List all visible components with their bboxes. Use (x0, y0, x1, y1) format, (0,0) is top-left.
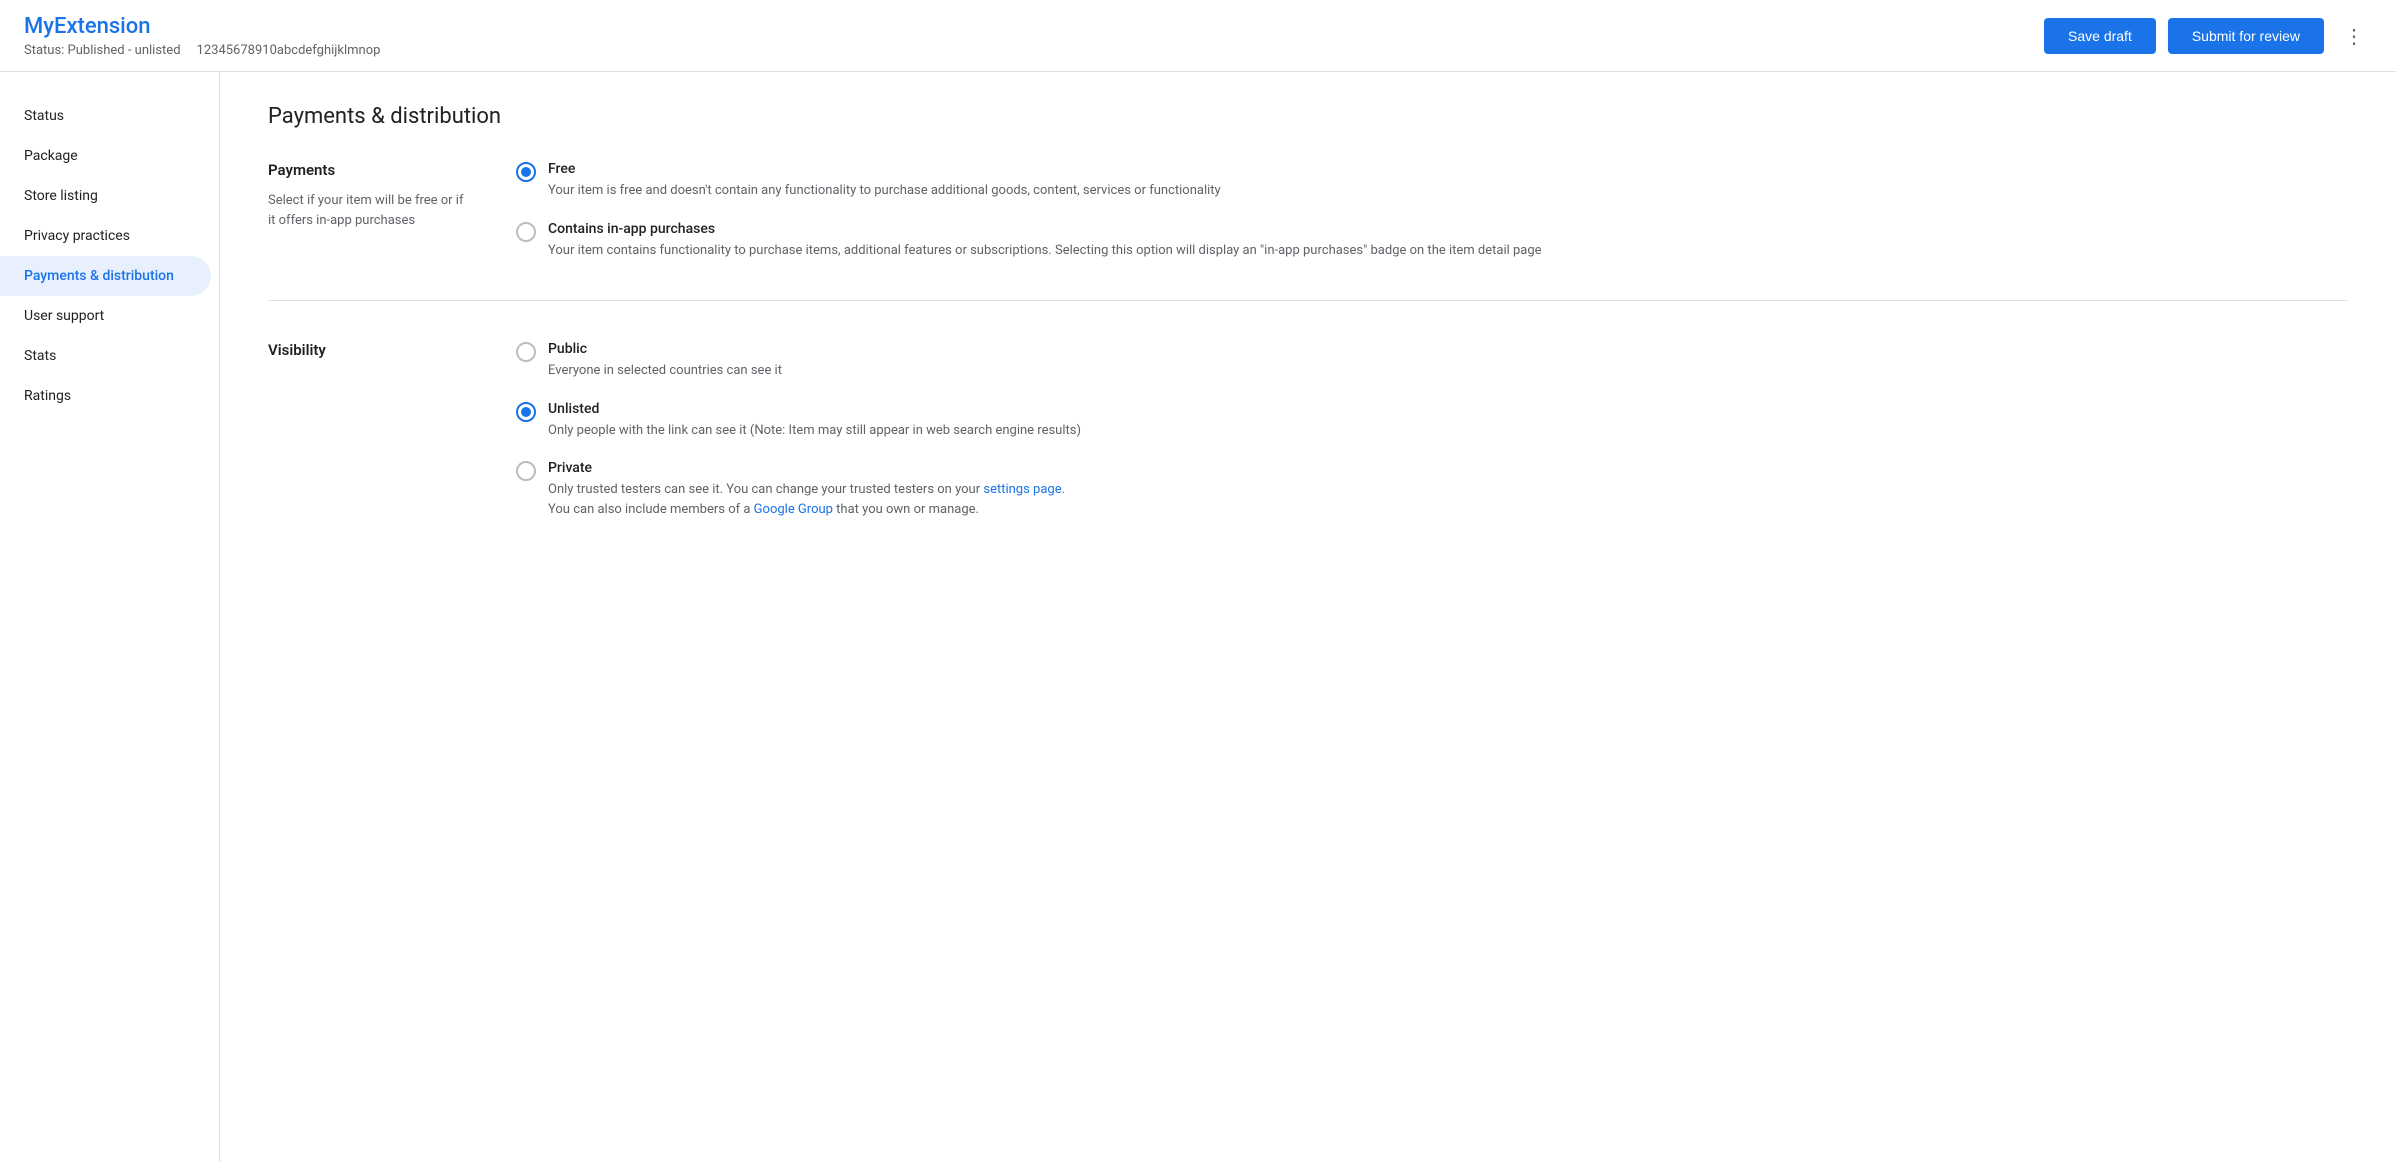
header-actions: Save draft Submit for review ⋮ (2044, 16, 2372, 56)
google-group-link[interactable]: Google Group (754, 502, 833, 517)
page-title: Payments & distribution (268, 104, 2348, 129)
payments-inapp-option: Contains in-app purchases Your item cont… (516, 221, 2348, 261)
payments-free-label: Free (548, 161, 1221, 177)
visibility-public-label: Public (548, 341, 782, 357)
sidebar-item-user-support[interactable]: User support (0, 296, 211, 336)
payments-free-description: Your item is free and doesn't contain an… (548, 181, 1221, 201)
app-status: Status: Published - unlisted (24, 43, 181, 58)
settings-page-link[interactable]: settings page (983, 482, 1061, 497)
payments-inapp-label: Contains in-app purchases (548, 221, 1542, 237)
visibility-unlisted-option: Unlisted Only people with the link can s… (516, 401, 2348, 441)
sidebar-item-stats[interactable]: Stats (0, 336, 211, 376)
payments-free-option: Free Your item is free and doesn't conta… (516, 161, 2348, 201)
payments-free-radio[interactable] (516, 162, 536, 182)
visibility-unlisted-label: Unlisted (548, 401, 1081, 417)
main-content: Payments & distribution Payments Select … (220, 72, 2396, 1162)
payments-label-col: Payments Select if your item will be fre… (268, 161, 468, 260)
visibility-unlisted-radio[interactable] (516, 402, 536, 422)
visibility-public-option: Public Everyone in selected countries ca… (516, 341, 2348, 381)
app-id: 12345678910abcdefghijklmnop (197, 43, 381, 58)
visibility-private-description: Only trusted testers can see it. You can… (548, 480, 1065, 519)
visibility-private-radio[interactable] (516, 461, 536, 481)
visibility-private-option: Private Only trusted testers can see it.… (516, 460, 2348, 519)
visibility-options: Public Everyone in selected countries ca… (516, 341, 2348, 519)
payments-options: Free Your item is free and doesn't conta… (516, 161, 2348, 260)
payments-label: Payments (268, 161, 468, 179)
sidebar-item-ratings[interactable]: Ratings (0, 376, 211, 416)
payments-inapp-radio[interactable] (516, 222, 536, 242)
header-left: MyExtension Status: Published - unlisted… (24, 13, 2044, 59)
app-meta: Status: Published - unlisted 12345678910… (24, 43, 2044, 58)
visibility-unlisted-description: Only people with the link can see it (No… (548, 421, 1081, 441)
visibility-section: Visibility Public Everyone in selected c… (268, 341, 2348, 559)
visibility-label: Visibility (268, 341, 468, 359)
visibility-label-col: Visibility (268, 341, 468, 519)
sidebar-item-privacy-practices[interactable]: Privacy practices (0, 216, 211, 256)
header: MyExtension Status: Published - unlisted… (0, 0, 2396, 72)
sidebar: Status Package Store listing Privacy pra… (0, 72, 220, 1162)
payments-description: Select if your item will be free or if i… (268, 191, 468, 230)
sidebar-item-payments-distribution[interactable]: Payments & distribution (0, 256, 211, 296)
sidebar-item-store-listing[interactable]: Store listing (0, 176, 211, 216)
submit-for-review-button[interactable]: Submit for review (2168, 18, 2324, 54)
visibility-public-description: Everyone in selected countries can see i… (548, 361, 782, 381)
more-options-icon[interactable]: ⋮ (2336, 16, 2372, 56)
save-draft-button[interactable]: Save draft (2044, 18, 2156, 54)
layout: Status Package Store listing Privacy pra… (0, 72, 2396, 1162)
visibility-public-radio[interactable] (516, 342, 536, 362)
sidebar-item-package[interactable]: Package (0, 136, 211, 176)
payments-section: Payments Select if your item will be fre… (268, 161, 2348, 301)
sidebar-item-status[interactable]: Status (0, 96, 211, 136)
app-title: MyExtension (24, 13, 2044, 42)
payments-inapp-description: Your item contains functionality to purc… (548, 241, 1542, 261)
visibility-private-label: Private (548, 460, 1065, 476)
